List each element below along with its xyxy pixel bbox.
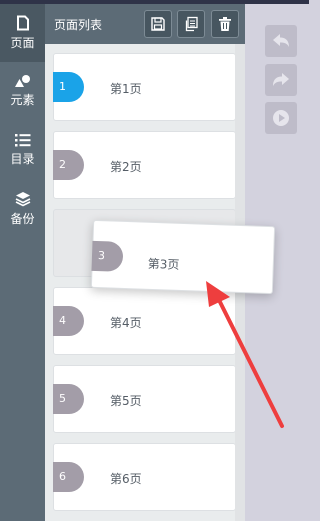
trash-icon xyxy=(219,17,231,31)
page-label: 第3页 xyxy=(147,256,180,272)
preview-button[interactable] xyxy=(265,102,297,134)
nav-item-label: 备份 xyxy=(10,212,35,226)
nav-item-pages[interactable]: 页面 xyxy=(0,4,45,62)
page-label: 第5页 xyxy=(110,394,142,408)
page-number-badge: 2 xyxy=(53,150,84,180)
copy-button[interactable] xyxy=(177,10,205,38)
page-label: 第2页 xyxy=(110,160,142,174)
left-nav: 页面 元素 目录 备份 xyxy=(0,4,45,521)
page-number-badge: 6 xyxy=(53,462,84,492)
page-card-2[interactable]: 2 第2页 xyxy=(53,131,236,199)
page-number-badge: 4 xyxy=(53,306,84,336)
panel-title: 页面列表 xyxy=(54,18,103,32)
page-card-6[interactable]: 6 第6页 xyxy=(53,443,236,511)
delete-button[interactable] xyxy=(211,10,239,38)
page-label: 第4页 xyxy=(110,316,142,330)
page-number-badge: 3 xyxy=(91,240,124,272)
page-icon xyxy=(16,15,29,31)
redo-button[interactable] xyxy=(265,64,297,96)
nav-item-label: 目录 xyxy=(10,152,35,166)
dragging-page-card-3[interactable]: 3 第3页 xyxy=(90,219,276,295)
page-card-4[interactable]: 4 第4页 xyxy=(53,287,236,355)
layers-icon xyxy=(15,192,30,207)
copy-icon xyxy=(185,16,198,32)
page-number-badge: 5 xyxy=(53,384,84,414)
panel-header: 页面列表 xyxy=(45,4,245,44)
nav-item-elements[interactable]: 元素 xyxy=(0,62,45,120)
undo-button[interactable] xyxy=(265,25,297,57)
undo-icon xyxy=(273,34,289,47)
page-card-1[interactable]: 1 第1页 xyxy=(53,53,236,121)
save-button[interactable] xyxy=(144,10,172,38)
page-number-badge: 1 xyxy=(53,72,84,102)
nav-item-label: 页面 xyxy=(10,36,35,50)
page-label: 第1页 xyxy=(110,82,142,96)
save-icon xyxy=(151,17,165,31)
page-label: 第6页 xyxy=(110,472,142,486)
nav-item-label: 元素 xyxy=(10,93,35,107)
nav-item-toc[interactable]: 目录 xyxy=(0,121,45,179)
list-icon xyxy=(14,134,30,147)
nav-item-backup[interactable]: 备份 xyxy=(0,180,45,238)
page-card-5[interactable]: 5 第5页 xyxy=(53,365,236,433)
redo-icon xyxy=(273,73,289,86)
play-icon xyxy=(273,110,289,126)
shapes-icon xyxy=(14,75,30,87)
